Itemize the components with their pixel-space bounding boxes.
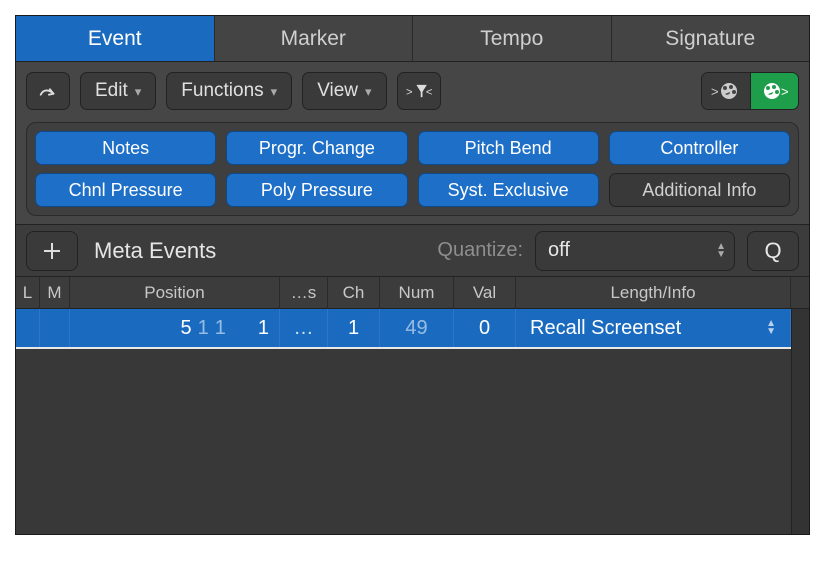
col-header-mute[interactable]: M <box>40 277 70 308</box>
svg-text:<: < <box>425 86 431 98</box>
filter-poly-pressure[interactable]: Poly Pressure <box>226 173 407 207</box>
functions-menu[interactable]: Functions ▾ <box>166 72 292 110</box>
palette-icon: > <box>711 80 741 102</box>
filter-notes[interactable]: Notes <box>35 131 216 165</box>
chip-label: Progr. Change <box>259 138 375 159</box>
filter-controller[interactable]: Controller <box>609 131 790 165</box>
pos-beat: 1 <box>198 317 209 340</box>
quantize-value: off <box>548 239 570 262</box>
vertical-scrollbar[interactable] <box>791 309 809 534</box>
filter-button[interactable]: >< <box>397 72 441 110</box>
svg-text:>: > <box>781 84 789 99</box>
chip-label: Notes <box>102 138 149 159</box>
event-type-filters: Notes Progr. Change Pitch Bend Controlle… <box>26 122 799 216</box>
quantize-label: Quantize: <box>437 239 523 262</box>
col-header-channel[interactable]: Ch <box>328 277 380 308</box>
info-text: Recall Screenset <box>530 317 681 340</box>
q-label: Q <box>764 238 781 264</box>
stepper-icon: ▲▼ <box>716 243 726 259</box>
cell-info[interactable]: Recall Screenset ▲▼ <box>516 309 791 347</box>
chip-label: Controller <box>660 138 738 159</box>
filter-program-change[interactable]: Progr. Change <box>226 131 407 165</box>
tab-label: Event <box>88 27 142 51</box>
menu-label: Edit <box>95 80 128 102</box>
tab-signature[interactable]: Signature <box>612 16 810 61</box>
cell-channel[interactable]: 1 <box>328 309 380 347</box>
filter-sysex[interactable]: Syst. Exclusive <box>418 173 599 207</box>
filter-channel-pressure[interactable]: Chnl Pressure <box>35 173 216 207</box>
toolbar: Edit ▾ Functions ▾ View ▾ >< > > <box>16 62 809 225</box>
cell-status[interactable]: … <box>280 309 328 347</box>
chip-label: Chnl Pressure <box>69 180 183 201</box>
tab-marker[interactable]: Marker <box>215 16 414 61</box>
tab-bar: Event Marker Tempo Signature <box>16 16 809 62</box>
table-row[interactable]: 5 1 1 1 … 1 49 0 Recall Screenset ▲▼ <box>16 309 809 349</box>
catch-playhead-icon <box>37 80 59 102</box>
tab-event[interactable]: Event <box>16 16 215 61</box>
col-header-num[interactable]: Num <box>380 277 454 308</box>
quantize-select[interactable]: off ▲▼ <box>535 231 735 271</box>
col-header-status[interactable]: …s <box>280 277 328 308</box>
cell-lock[interactable] <box>16 309 40 347</box>
chevron-down-icon: ▾ <box>271 84 278 100</box>
tab-tempo[interactable]: Tempo <box>413 16 612 61</box>
pos-tick: 1 <box>258 317 269 340</box>
sub-toolbar: Meta Events Quantize: off ▲▼ Q <box>16 225 809 277</box>
cell-val[interactable]: 0 <box>454 309 516 347</box>
cell-num[interactable]: 49 <box>380 309 454 347</box>
palette-icon: > <box>760 80 790 102</box>
col-header-info[interactable]: Length/Info <box>516 277 791 308</box>
svg-text:>: > <box>406 86 413 98</box>
plus-icon <box>41 240 63 262</box>
chip-label: Syst. Exclusive <box>448 180 569 201</box>
add-event-button[interactable] <box>26 231 78 271</box>
color-picker-min[interactable]: > <box>702 73 750 109</box>
chip-label: Additional Info <box>642 180 756 201</box>
event-type-title[interactable]: Meta Events <box>94 238 216 264</box>
chevron-down-icon: ▾ <box>135 84 142 100</box>
quantize-apply-button[interactable]: Q <box>747 231 799 271</box>
color-picker-max[interactable]: > <box>750 73 798 109</box>
catch-playhead-button[interactable] <box>26 72 70 110</box>
filter-additional-info[interactable]: Additional Info <box>609 173 790 207</box>
stepper-icon[interactable]: ▲▼ <box>766 320 776 336</box>
tab-label: Signature <box>665 27 755 51</box>
cell-position[interactable]: 5 1 1 1 <box>70 309 280 347</box>
color-tools: > > <box>701 72 799 110</box>
svg-text:>: > <box>711 84 719 99</box>
view-menu[interactable]: View ▾ <box>302 72 386 110</box>
pos-div: 1 <box>215 317 226 340</box>
pos-bar: 5 <box>181 317 192 340</box>
event-list-window: Event Marker Tempo Signature Edit ▾ Func… <box>15 15 810 535</box>
filter-icon: >< <box>406 81 432 101</box>
cell-mute[interactable] <box>40 309 70 347</box>
menu-label: Functions <box>181 80 263 102</box>
col-header-position[interactable]: Position <box>70 277 280 308</box>
tab-label: Marker <box>281 27 346 51</box>
col-header-val[interactable]: Val <box>454 277 516 308</box>
filter-pitch-bend[interactable]: Pitch Bend <box>418 131 599 165</box>
edit-menu[interactable]: Edit ▾ <box>80 72 156 110</box>
table-header: L M Position …s Ch Num Val Length/Info <box>16 277 809 309</box>
chip-label: Pitch Bend <box>465 138 552 159</box>
col-header-lock[interactable]: L <box>16 277 40 308</box>
scrollbar-corner <box>791 277 809 308</box>
table-body: 5 1 1 1 … 1 49 0 Recall Screenset ▲▼ <box>16 309 809 534</box>
menu-label: View <box>317 80 358 102</box>
chevron-down-icon: ▾ <box>365 84 372 100</box>
tab-label: Tempo <box>480 27 543 51</box>
chip-label: Poly Pressure <box>261 180 373 201</box>
